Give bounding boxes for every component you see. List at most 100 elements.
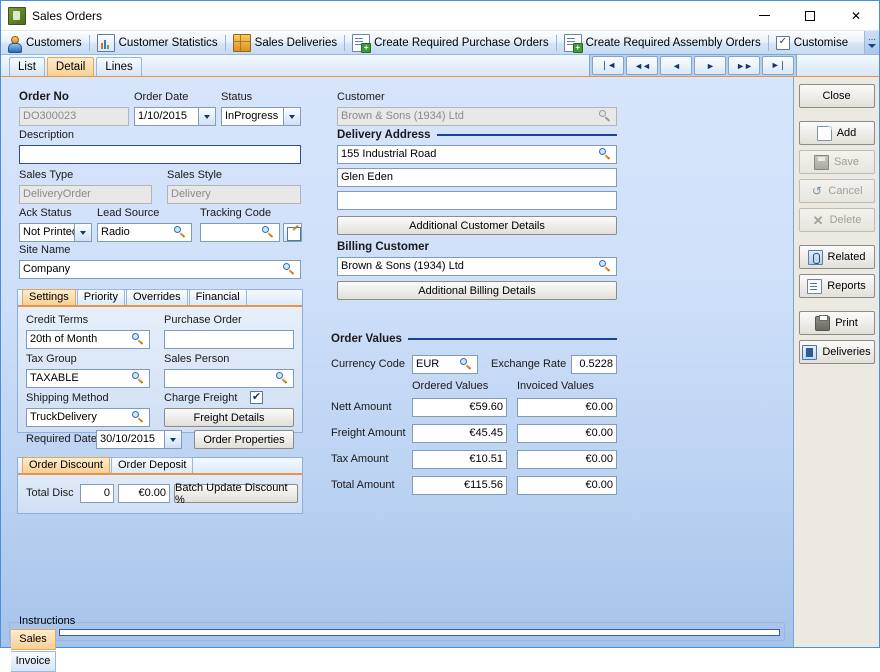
tax-amount-invoiced[interactable]: €0.00 [517,450,617,469]
currency-code-field[interactable]: EUR [412,355,478,374]
lookup-icon[interactable] [261,225,276,240]
undo-icon: ↺ [811,183,822,198]
close-window-button[interactable]: ✕ [833,1,879,30]
chevron-down-icon[interactable] [283,108,300,125]
add-button[interactable]: Add [798,121,875,145]
nav-first-button[interactable]: ❘◄ [592,56,624,75]
freight-amount-ordered[interactable]: €45.45 [412,424,507,443]
charge-freight-checkbox[interactable]: ✔ [250,391,263,404]
delivery-address-line3[interactable] [337,191,617,210]
close-button-label: Close [822,90,851,102]
total-amount-ordered[interactable]: €115.56 [412,476,507,495]
instructions-textarea[interactable] [59,629,780,636]
discount-panel-tabs: Order Discount Order Deposit [18,457,302,475]
order-properties-button[interactable]: Order Properties [194,430,294,449]
purchase-order-input[interactable] [164,330,294,349]
ptab-priority[interactable]: Priority [76,289,125,305]
ptab-order-discount[interactable]: Order Discount [22,457,110,473]
additional-billing-details-button[interactable]: Additional Billing Details [337,281,617,300]
deliveries-button[interactable]: Deliveries [798,340,875,364]
lookup-icon[interactable] [282,262,297,277]
tracking-code-field[interactable] [200,223,280,242]
maximize-button[interactable] [787,1,833,30]
batch-update-discount-button[interactable]: Batch Update Discount % [174,482,298,506]
delete-button[interactable]: ✕ Delete [798,208,875,232]
shipping-method-field[interactable]: TruckDelivery [26,408,150,427]
freight-amount-invoiced[interactable]: €0.00 [517,424,617,443]
chevron-down-icon[interactable] [164,431,181,448]
ptab-overrides[interactable]: Overrides [125,289,188,305]
toolbar-label: Customer Statistics [118,36,218,49]
description-input[interactable] [19,145,301,164]
toolbar-item-customer-statistics[interactable]: Customer Statistics [92,32,223,53]
nav-prev-page-button[interactable]: ◄◄ [626,56,658,75]
delivery-address-line2[interactable]: Glen Eden [337,168,617,187]
total-disc-percent-input[interactable]: 0 [80,484,114,503]
billing-customer-field[interactable]: Brown & Sons (1934) Ltd [337,257,617,276]
tab-list[interactable]: List [9,57,45,76]
total-disc-amount-input[interactable]: €0.00 [118,484,170,503]
chevron-down-icon[interactable] [74,224,91,241]
total-amount-invoiced[interactable]: €0.00 [517,476,617,495]
instructions-tab-invoice[interactable]: Invoice [11,651,56,672]
person-icon [6,35,22,53]
lookup-icon[interactable] [275,371,290,386]
ptab-settings[interactable]: Settings [22,289,76,305]
lead-source-field[interactable]: Radio [97,223,192,242]
tax-amount-ordered[interactable]: €10.51 [412,450,507,469]
instructions-tab-sales[interactable]: Sales [11,629,56,650]
nett-amount-ordered[interactable]: €59.60 [412,398,507,417]
delivery-address-line1[interactable]: 155 Industrial Road [337,145,617,164]
nett-amount-invoiced[interactable]: €0.00 [517,398,617,417]
action-button-panel: Close Add Save ↺ Cancel ✕ Delete Related… [794,77,879,647]
toolbar-item-customise[interactable]: ✓ Customise [771,32,853,53]
title-bar: Sales Orders ✕ [1,1,879,31]
nav-next-page-button[interactable]: ►► [728,56,760,75]
toolbar-item-create-purchase-orders[interactable]: + Create Required Purchase Orders [347,32,554,53]
required-date-label: Required Date [26,433,97,445]
toolbar-label: Create Required Purchase Orders [374,36,549,49]
lookup-icon[interactable] [173,225,188,240]
save-button[interactable]: Save [798,150,875,174]
sales-person-field[interactable] [164,369,294,388]
sales-person-label: Sales Person [164,353,230,365]
exchange-rate-field[interactable]: 0.5228 [571,355,617,374]
toolbar-overflow-button[interactable]: ⋯ [864,31,879,54]
toolbar-item-create-assembly-orders[interactable]: + Create Required Assembly Orders [559,32,766,53]
required-date-field[interactable]: 30/10/2015 [96,430,182,449]
toolbar-item-customers[interactable]: Customers [1,32,87,53]
order-date-label: Order Date [134,91,189,103]
tax-group-field[interactable]: TAXABLE [26,369,150,388]
lookup-icon[interactable] [131,410,146,425]
ptab-financial[interactable]: Financial [188,289,247,305]
credit-terms-field[interactable]: 20th of Month [26,330,150,349]
print-button[interactable]: Print [798,311,875,335]
lookup-icon[interactable] [131,371,146,386]
nav-last-button[interactable]: ►❘ [762,56,794,75]
reports-button[interactable]: Reports [798,274,875,298]
lookup-icon[interactable] [459,357,474,372]
lookup-icon[interactable] [598,259,613,274]
related-button[interactable]: Related [798,245,875,269]
minimize-button[interactable] [741,1,787,30]
status-dropdown[interactable]: InProgress [221,107,301,126]
ptab-order-deposit[interactable]: Order Deposit [110,457,194,473]
close-button[interactable]: Close [798,84,875,108]
site-name-field[interactable]: Company [19,260,301,279]
tab-lines[interactable]: Lines [96,57,142,76]
cancel-button[interactable]: ↺ Cancel [798,179,875,203]
tab-detail[interactable]: Detail [46,57,95,76]
order-date-field[interactable]: 1/10/2015 [134,107,216,126]
toolbar-item-sales-deliveries[interactable]: Sales Deliveries [228,32,342,53]
ack-status-dropdown[interactable]: Not Printed [19,223,92,242]
lookup-icon[interactable] [131,332,146,347]
lookup-icon[interactable] [598,147,613,162]
additional-customer-details-button[interactable]: Additional Customer Details [337,216,617,235]
tracking-code-edit-button[interactable] [283,223,302,242]
chevron-down-icon[interactable] [198,108,215,125]
nav-prev-button[interactable]: ◄ [660,56,692,75]
nav-next-button[interactable]: ► [694,56,726,75]
print-button-label: Print [835,317,858,329]
freight-details-button[interactable]: Freight Details [164,408,294,427]
minimize-icon [758,15,770,16]
